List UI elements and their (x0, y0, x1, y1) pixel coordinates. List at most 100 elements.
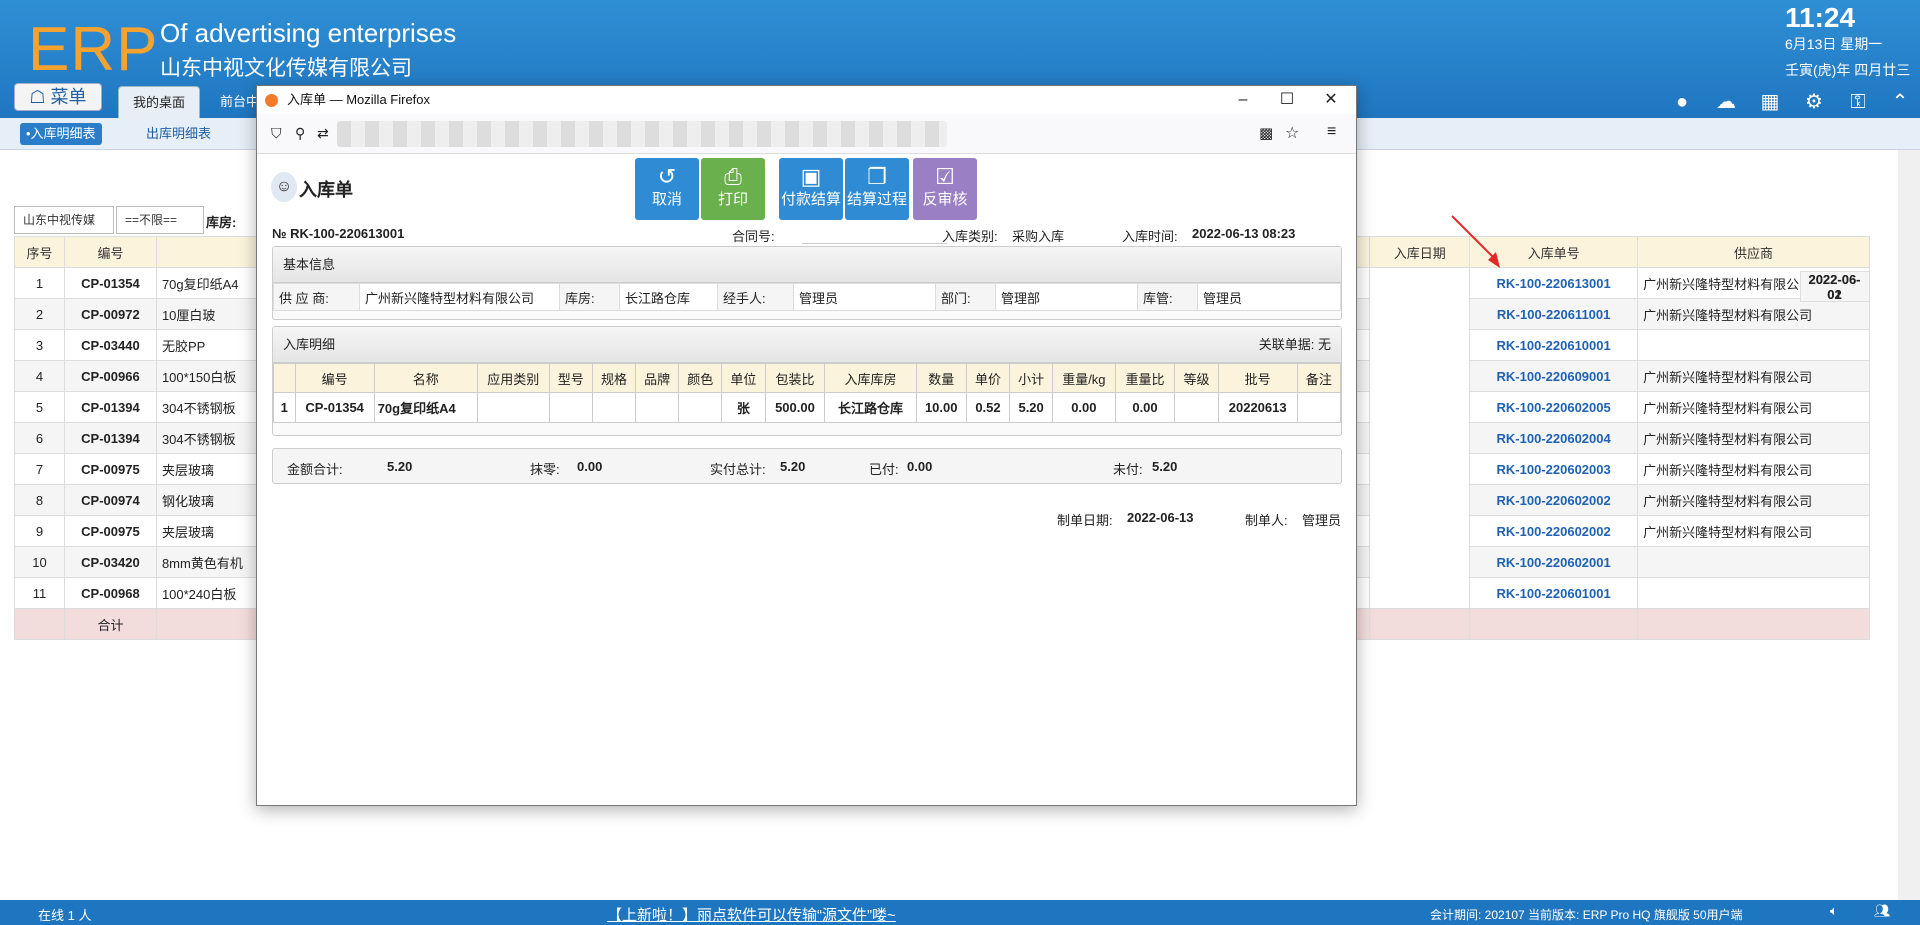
supplier-name: 广州新兴隆特型材料有限公司 (1637, 298, 1870, 330)
erp-logo: ERP (28, 15, 159, 84)
site-settings-icon[interactable]: ⇄ (317, 125, 329, 142)
speaker-icon[interactable]: 🔈︎ (1830, 903, 1838, 919)
minimize-button[interactable]: – (1225, 88, 1261, 112)
detail-cell (1174, 392, 1219, 423)
made-date-value: 2022-06-13 (1127, 510, 1194, 525)
menu-button[interactable]: ☖ 菜单 (14, 83, 102, 111)
subtab-outbound-detail[interactable]: 出库明细表 (140, 123, 217, 145)
qr-icon[interactable]: ▩ (1259, 124, 1273, 142)
supplier-name (1637, 546, 1870, 578)
inbound-order-link[interactable]: RK-100-220601001 (1469, 577, 1639, 609)
shield-icon[interactable]: ⛉ (271, 125, 282, 142)
up-icon[interactable]: ⌃ (1888, 90, 1912, 114)
maximize-button[interactable]: ☐ (1269, 88, 1305, 112)
table-row[interactable]: 1 CP-01354 70g复印纸A4 张 500.00 长江路仓库 10.00 0.52 5.… (273, 392, 1342, 423)
detail-col-header: 等级 (1174, 363, 1219, 393)
inbound-order-link[interactable]: RK-100-220602002 (1469, 515, 1639, 547)
inbound-order-link[interactable]: RK-100-220602002 (1469, 484, 1639, 516)
unapprove-button[interactable]: ☑ 反审核 (913, 158, 977, 220)
contract-field[interactable] (802, 226, 947, 244)
tab-desktop[interactable]: 我的桌面 (118, 86, 201, 118)
inbound-order-link[interactable]: RK-100-220610001 (1469, 329, 1639, 361)
unpaid-value: 5.20 (1152, 459, 1178, 474)
detail-col-header: 备注 (1296, 363, 1342, 393)
detail-cell: 1 (273, 392, 296, 423)
company-name-en: Of advertising enterprises (160, 18, 457, 48)
row-number: 6 (14, 422, 65, 454)
clock: 11:24 (1785, 2, 1856, 33)
print-label: 打印 (717, 191, 748, 208)
window-title-text: 入库单 — Mozilla Firefox (287, 92, 431, 107)
unapprove-label: 反审核 (922, 191, 968, 208)
row-number: 3 (14, 329, 65, 361)
row-number: 1 (14, 267, 65, 299)
order-number: № RK-100-220613001 (272, 226, 405, 241)
made-date-label: 制单日期: (1057, 513, 1113, 528)
sum-cell (14, 608, 65, 640)
grid-icon[interactable]: ▦ (1758, 90, 1782, 114)
row-number: 9 (14, 515, 65, 547)
url-field[interactable] (337, 121, 947, 147)
detail-col-header: 应用类别 (476, 363, 550, 393)
sum-cell (1369, 608, 1471, 640)
close-button[interactable]: ✕ (1313, 88, 1349, 112)
col-header: 编号 (63, 236, 157, 268)
limit-select[interactable]: ==不限== (116, 206, 204, 234)
totals-bar: 金额合计: 5.20 抹零: 0.00 实付总计: 5.20 已付: 0.00 … (272, 448, 1342, 484)
inbound-order-link[interactable]: RK-100-220611001 (1469, 298, 1639, 330)
inbound-order-link[interactable]: RK-100-220609001 (1469, 360, 1639, 392)
payment-settle-button[interactable]: ▣ 付款结算 (779, 158, 843, 220)
subtab-inbound-detail[interactable]: •入库明细表 (20, 123, 102, 145)
amount-label: 金额合计: (287, 462, 343, 477)
inbound-order-link[interactable]: RK-100-220602001 (1469, 546, 1639, 578)
dept-label: 部门: (935, 283, 996, 311)
cancel-label: 取消 (651, 191, 682, 208)
page-scrollbar[interactable] (1898, 150, 1920, 900)
detail-cell: CP-01354 (294, 392, 375, 423)
status-bar: 在线 1 人 【上新啦！】丽点软件可以传输“源文件”喽~ 会计期间: 20210… (0, 900, 1920, 925)
related-docs: 关联单据: 无 (1258, 337, 1331, 352)
marquee-link[interactable]: 【上新啦！】丽点软件可以传输“源文件”喽~ (607, 904, 896, 925)
detail-col-header: 重量比 (1114, 363, 1176, 393)
hamburger-icon[interactable]: ≡ (1327, 123, 1336, 141)
item-code: CP-01394 (63, 391, 157, 423)
detail-section: 入库明细 关联单据: 无 编号 名称 应用类别 型号 规格 品牌 颜色 单位 包装比 入库库房 数量… (272, 326, 1342, 436)
maker-label: 制单人: (1245, 513, 1288, 528)
date: 6月13日 星期一 (1785, 36, 1883, 52)
inbound-order-link[interactable]: RK-100-220602005 (1469, 391, 1639, 423)
row-number: 4 (14, 360, 65, 392)
item-code: CP-00972 (63, 298, 157, 330)
supplier-label: 供 应 商: (273, 283, 360, 311)
detail-cell: 5.20 (1009, 392, 1054, 423)
mascot-icon: ☺ (271, 172, 297, 202)
key-icon[interactable]: ⚿ (1846, 90, 1870, 114)
detail-cell: 0.52 (965, 392, 1011, 423)
handler-value: 管理员 (793, 283, 936, 311)
version-info: 会计期间: 202107 当前版本: ERP Pro HQ 旗舰版 50用户端 (1430, 908, 1743, 922)
undo-icon: ↺ (657, 164, 677, 189)
dept-value: 管理部 (995, 283, 1138, 311)
permission-icon[interactable]: ⚲ (295, 125, 305, 142)
inbound-order-link[interactable]: RK-100-220602004 (1469, 422, 1639, 454)
cancel-button[interactable]: ↺ 取消 (635, 158, 699, 220)
paid-value: 0.00 (907, 459, 933, 474)
gear-icon[interactable]: ⚙ (1802, 90, 1826, 114)
settle-process-button[interactable]: ❐ 结算过程 (845, 158, 909, 220)
detail-cell (591, 392, 637, 423)
print-button[interactable]: ⎙ 打印 (701, 158, 765, 220)
window-title: 入库单 — Mozilla Firefox (257, 86, 1356, 114)
user-icon[interactable]: ● (1670, 90, 1694, 114)
maker-value: 管理员 (1302, 513, 1342, 528)
detail-col-header: 型号 (548, 363, 593, 393)
detail-col-header: 单价 (965, 363, 1011, 393)
inbound-order-link[interactable]: RK-100-220602003 (1469, 453, 1639, 485)
supplier-name: 广州新兴隆特型材料有限公司 (1637, 360, 1870, 392)
detail-title: 入库明细 (283, 337, 336, 352)
inbound-order-link[interactable]: RK-100-220613001 (1469, 267, 1639, 299)
cloud-icon[interactable]: ☁ (1714, 90, 1738, 114)
users-icon[interactable]: 👥︎ (1874, 903, 1891, 919)
company-select[interactable]: 山东中视传媒 (14, 206, 114, 234)
supplier-name: 广州新兴隆特型材料有限公司 (1637, 484, 1870, 516)
item-code: CP-00966 (63, 360, 157, 392)
star-icon[interactable]: ☆ (1285, 123, 1299, 143)
